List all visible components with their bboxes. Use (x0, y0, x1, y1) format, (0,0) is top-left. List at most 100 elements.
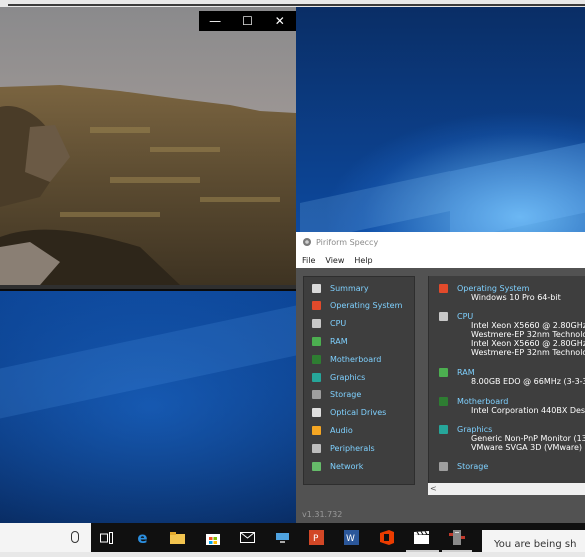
microphone-icon[interactable] (71, 531, 79, 543)
summary-section-motherboard: MotherboardIntel Corporation 440BX Deskt… (439, 397, 585, 415)
clapperboard-icon[interactable] (411, 529, 431, 546)
word-icon[interactable]: W (343, 529, 360, 546)
storage-icon (439, 462, 448, 471)
section-heading-label: Graphics (457, 425, 493, 434)
section-detail-line: Intel Xeon X5660 @ 2.80GHz (471, 321, 585, 330)
menu-file[interactable]: File (302, 256, 315, 265)
cpu-icon (439, 312, 448, 321)
window-controls: — ☐ ✕ (199, 11, 296, 31)
network-icon (312, 461, 321, 471)
section-heading[interactable]: Storage (439, 462, 488, 471)
photo-viewer-window[interactable]: — ☐ ✕ (0, 7, 296, 289)
speccy-menu-bar: File View Help (296, 252, 585, 268)
cpu-icon (312, 319, 321, 329)
wallpaper-light-beam (450, 142, 585, 242)
nav-item-label: Network (330, 461, 364, 471)
office-icon[interactable] (378, 529, 395, 546)
version-label: v1.31.732 (302, 510, 343, 519)
nav-item-optical-drives[interactable]: Optical Drives (312, 406, 386, 420)
minimize-button[interactable]: — (199, 11, 231, 31)
mail-icon[interactable] (239, 529, 256, 546)
nav-item-operating-system[interactable]: Operating System (312, 299, 402, 313)
section-detail-line: Windows 10 Pro 64-bit (471, 293, 561, 302)
close-button[interactable]: ✕ (264, 11, 296, 31)
section-detail-line: Generic Non-PnP Monitor (13 (471, 434, 585, 443)
window-divider (0, 289, 296, 291)
audio-icon (312, 425, 321, 435)
section-heading[interactable]: CPU (439, 312, 585, 321)
edge-browser-icon[interactable]: e (134, 529, 151, 547)
notification-text: You are being sh (494, 539, 577, 550)
nav-item-graphics[interactable]: Graphics (312, 370, 365, 384)
search-box[interactable] (0, 523, 91, 552)
speccy-nav: Summary Operating System CPU RAM Motherboard… (303, 276, 415, 485)
speccy-title-bar[interactable]: Piriform Speccy (296, 232, 585, 252)
nav-item-label: Audio (330, 425, 353, 435)
speccy-title: Piriform Speccy (316, 237, 379, 247)
speccy-logo-icon (303, 238, 311, 246)
motherboard-icon (439, 397, 448, 406)
powerpoint-icon[interactable]: P (308, 529, 325, 546)
nav-item-label: Motherboard (330, 354, 382, 364)
nav-item-storage[interactable]: Storage (312, 388, 361, 402)
svg-text:P: P (313, 534, 319, 544)
nav-item-label: RAM (330, 336, 348, 346)
nav-item-audio[interactable]: Audio (312, 423, 353, 437)
windows-logo-icon (439, 284, 448, 293)
motherboard-icon (312, 354, 321, 364)
scroll-left-icon[interactable]: < (430, 483, 437, 495)
wallpaper-light-beam (0, 305, 296, 419)
section-heading-label: Motherboard (457, 397, 509, 406)
network-drive-icon[interactable] (274, 529, 291, 546)
section-detail-line: Westmere-EP 32nm Technology (471, 348, 585, 357)
nav-item-summary[interactable]: Summary (312, 281, 369, 295)
section-heading[interactable]: Operating System (439, 284, 561, 293)
nav-item-label: CPU (330, 319, 347, 329)
task-view-icon[interactable] (98, 529, 115, 546)
nav-item-label: Optical Drives (330, 408, 387, 418)
nav-item-motherboard[interactable]: Motherboard (312, 352, 381, 366)
summary-section-graphics: Graphics Generic Non-PnP Monitor (13 VMwar… (439, 425, 585, 452)
speccy-taskbar-icon[interactable] (446, 529, 468, 546)
windows-logo-icon (312, 301, 321, 311)
section-detail-line: VMware SVGA 3D (VMware) (471, 443, 583, 452)
nav-item-peripherals[interactable]: Peripherals (312, 441, 375, 455)
section-heading[interactable]: RAM (439, 368, 585, 377)
summary-icon (312, 283, 321, 293)
speccy-body: Summary Operating System CPU RAM Motherboard… (296, 268, 585, 523)
menu-view[interactable]: View (325, 256, 344, 265)
maximize-button[interactable]: ☐ (231, 11, 263, 31)
graphics-icon (312, 372, 321, 382)
nav-item-label: Operating System (330, 301, 403, 311)
section-detail-line: 8.00GB EDO @ 66MHz (3-3-3-3) (471, 377, 585, 386)
section-heading-label: Storage (457, 462, 489, 471)
nav-item-label: Graphics (330, 372, 366, 382)
nav-item-cpu[interactable]: CPU (312, 317, 346, 331)
section-heading[interactable]: Graphics (439, 425, 585, 434)
notification-toast[interactable]: You are being sh (482, 530, 585, 552)
ram-icon (312, 336, 321, 346)
summary-panel[interactable]: Operating System Windows 10 Pro 64-bit CPU… (428, 276, 585, 483)
outer-window-bottom-edge (0, 552, 585, 557)
section-detail-line: Westmere-EP 32nm Technology (471, 330, 585, 339)
menu-help[interactable]: Help (354, 256, 372, 265)
landscape-photo (0, 7, 296, 285)
nav-item-network[interactable]: Network (312, 459, 363, 473)
summary-section-cpu: CPU Intel Xeon X5660 @ 2.80GHz Westmere-EP… (439, 312, 585, 357)
store-icon[interactable] (204, 529, 221, 546)
nav-item-label: Summary (330, 283, 369, 293)
nav-item-label: Peripherals (330, 443, 375, 453)
nav-item-label: Storage (330, 390, 362, 400)
section-heading[interactable]: Motherboard (439, 397, 585, 406)
summary-section-ram: RAM8.00GB EDO @ 66MHz (3-3-3-3) (439, 368, 585, 386)
optical-drive-icon (312, 408, 321, 418)
section-detail-line: Intel Corporation 440BX Desktop (471, 406, 585, 415)
speccy-window[interactable]: Piriform Speccy File View Help Summary Op… (296, 232, 585, 523)
outer-window-edge (0, 0, 585, 7)
taskbar: e P W You are being sh (0, 523, 585, 552)
file-explorer-icon[interactable] (169, 529, 186, 546)
horizontal-scrollbar[interactable]: < (428, 483, 585, 495)
summary-section-storage: Storage (439, 462, 488, 471)
nav-item-ram[interactable]: RAM (312, 334, 348, 348)
section-heading-label: RAM (457, 368, 475, 377)
